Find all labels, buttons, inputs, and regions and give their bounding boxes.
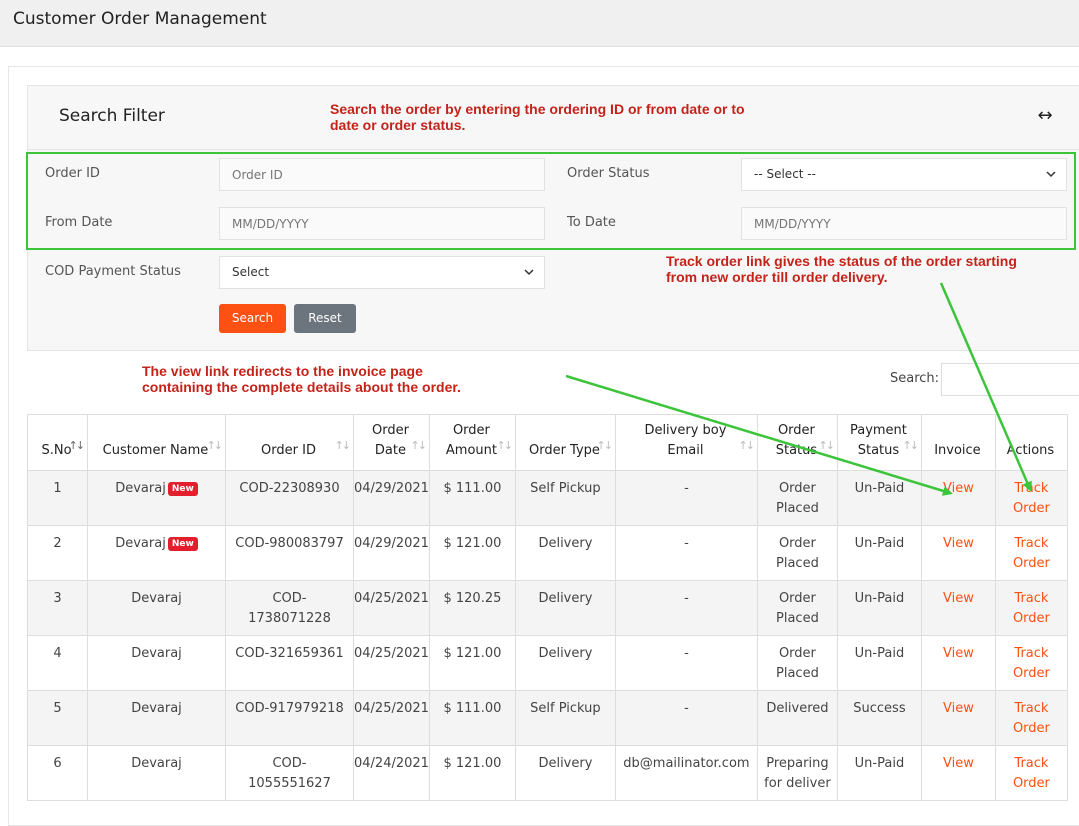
annotation-arrows: [565, 282, 1032, 496]
view-annotation-arrow: [565, 374, 953, 496]
track-annotation-arrow: [939, 282, 1032, 492]
